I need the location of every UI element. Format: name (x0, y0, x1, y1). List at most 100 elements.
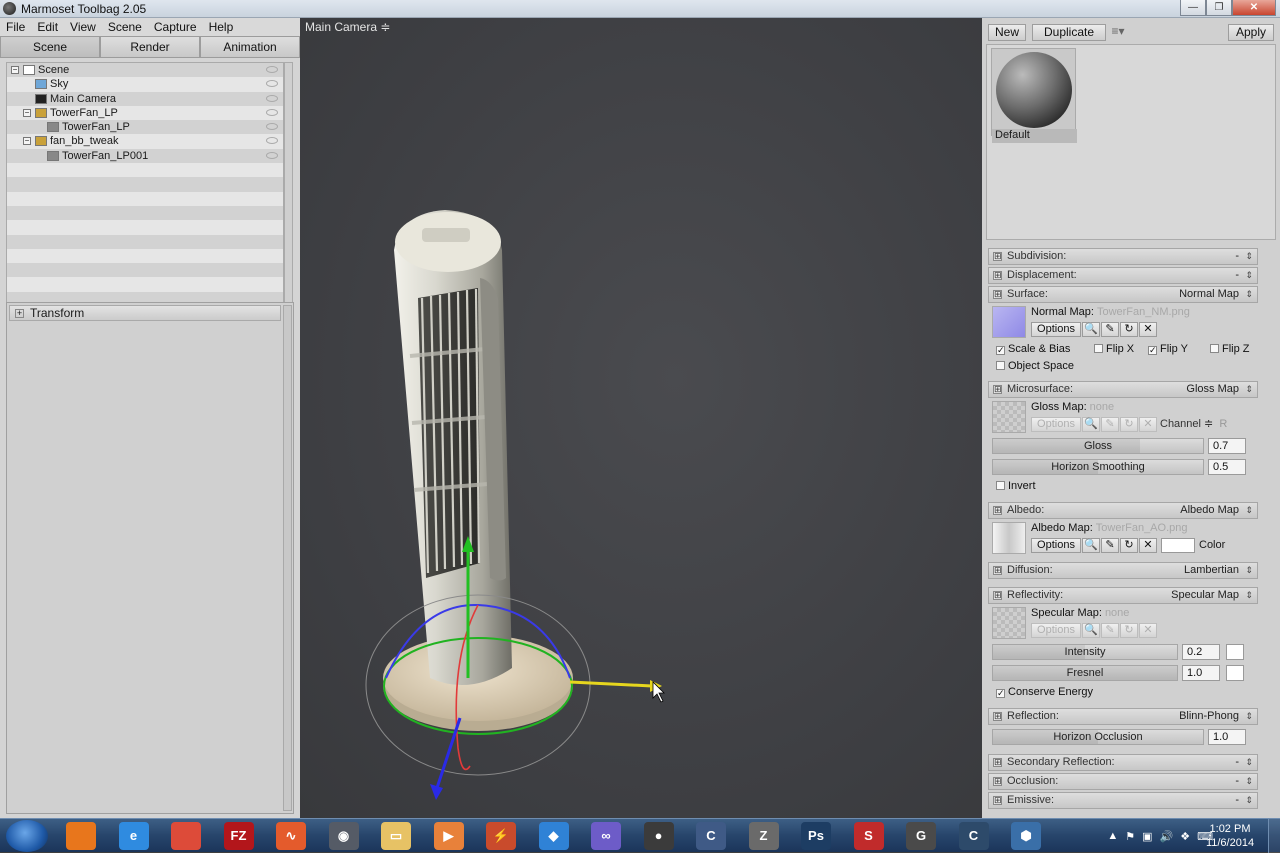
explorer-folder-icon[interactable]: ▭ (381, 822, 411, 850)
app-gear-icon[interactable]: G (906, 822, 936, 850)
albedo-color-swatch[interactable] (1161, 538, 1195, 553)
visibility-eye-icon[interactable] (266, 108, 278, 116)
material-thumbnail[interactable]: Default (991, 48, 1077, 143)
tree-item[interactable]: TowerFan_LP (7, 120, 283, 135)
visibility-eye-icon[interactable] (266, 123, 278, 131)
conserve-energy-checkbox[interactable]: ✓ Conserve Energy (996, 685, 1093, 699)
expand-icon[interactable]: + (15, 309, 24, 318)
horizon-occlusion-value-field[interactable]: 1.0 (1208, 729, 1246, 745)
close-button[interactable]: ✕ (1232, 0, 1276, 16)
normal-map-options-button[interactable]: Options (1031, 322, 1081, 337)
tray-expand-icon[interactable]: ▲ (1107, 830, 1118, 842)
dropbox-icon[interactable]: ◆ (538, 822, 569, 850)
expand-icon[interactable]: ⊞ (993, 271, 1002, 280)
start-button[interactable] (6, 820, 48, 852)
new-material-button[interactable]: New (988, 24, 1026, 41)
section-surface[interactable]: ⊞ Surface: Normal Map ⇕ (988, 286, 1258, 303)
dropdown-arrow-icon[interactable]: ⇕ (1245, 503, 1253, 518)
specular-map-thumbnail[interactable] (992, 607, 1026, 639)
intensity-color-swatch[interactable] (1226, 644, 1244, 660)
dropdown-arrow-icon[interactable]: ⇕ (1245, 382, 1253, 397)
expand-icon[interactable]: ⊞ (993, 566, 1002, 575)
expand-icon[interactable]: ⊞ (993, 777, 1002, 786)
clear-icon[interactable]: ✕ (1139, 623, 1157, 638)
app-purple-icon[interactable]: ∞ (591, 822, 621, 850)
expand-icon[interactable]: ⊞ (993, 290, 1002, 299)
tree-item[interactable]: − Scene (7, 63, 283, 78)
reload-icon[interactable]: ↻ (1120, 417, 1138, 432)
expand-icon[interactable]: ⊞ (993, 796, 1002, 805)
scale-bias-checkbox[interactable]: ✓ Scale & Bias (996, 342, 1070, 356)
pencil-icon[interactable]: ✎ (1101, 623, 1119, 638)
show-desktop-button[interactable] (1268, 819, 1280, 853)
tree-item[interactable]: Main Camera (7, 91, 283, 106)
gloss-slider[interactable]: Gloss (992, 438, 1204, 454)
visibility-eye-icon[interactable] (266, 151, 278, 159)
app-c-icon[interactable]: C (696, 822, 726, 850)
tree-expander-icon[interactable]: − (11, 66, 19, 74)
fresnel-value-field[interactable]: 1.0 (1182, 665, 1220, 681)
pencil-icon[interactable]: ✎ (1101, 322, 1119, 337)
dropdown-arrow-icon[interactable]: ⇕ (1245, 709, 1253, 724)
section-albedo[interactable]: ⊞ Albedo: Albedo Map ⇕ (988, 502, 1258, 519)
horizon-smoothing-value-field[interactable]: 0.5 (1208, 459, 1246, 475)
network-icon[interactable]: ▣ (1142, 830, 1152, 843)
gloss-map-thumbnail[interactable] (992, 401, 1026, 433)
app-swirl-icon[interactable]: ∿ (276, 822, 306, 850)
visibility-eye-icon[interactable] (266, 94, 278, 102)
menu-capture[interactable]: Capture (148, 18, 203, 36)
horizon-occlusion-slider[interactable]: Horizon Occlusion (992, 729, 1204, 745)
dropdown-arrow-icon[interactable]: ⇕ (1245, 563, 1253, 578)
expand-icon[interactable]: ⊞ (993, 758, 1002, 767)
menu-help[interactable]: Help (203, 18, 240, 36)
transform-scrollbar[interactable] (283, 305, 292, 811)
reload-icon[interactable]: ↻ (1120, 623, 1138, 638)
tree-item[interactable]: − TowerFan_LP (7, 105, 283, 121)
fresnel-color-swatch[interactable] (1226, 665, 1244, 681)
material-menu-icon[interactable]: ≡▾ (1108, 24, 1128, 41)
intensity-slider[interactable]: Intensity (992, 644, 1178, 660)
visibility-eye-icon[interactable] (266, 80, 278, 88)
duplicate-material-button[interactable]: Duplicate (1032, 24, 1106, 41)
chrome-icon[interactable] (171, 822, 201, 850)
flip-x-checkbox[interactable]: Flip X (1094, 342, 1134, 356)
section-occlusion[interactable]: ⊞ Occlusion: - ⇕ (988, 773, 1258, 790)
apply-material-button[interactable]: Apply (1228, 24, 1274, 41)
flip-y-checkbox[interactable]: ✓ Flip Y (1148, 342, 1188, 356)
section-subdivision[interactable]: ⊞ Subdivision: - ⇕ (988, 248, 1258, 265)
section-reflection[interactable]: ⊞ Reflection: Blinn-Phong ⇕ (988, 708, 1258, 725)
filezilla-icon[interactable]: FZ (223, 822, 254, 850)
albedo-map-thumbnail[interactable] (992, 522, 1026, 554)
clear-icon[interactable]: ✕ (1139, 538, 1157, 553)
scene-tree-scrollbar[interactable] (284, 62, 293, 318)
clock[interactable]: 1:02 PM 11/6/2014 (1204, 822, 1256, 850)
pencil-icon[interactable]: ✎ (1101, 417, 1119, 432)
transform-header[interactable]: + Transform (9, 305, 281, 321)
tree-item[interactable]: − fan_bb_tweak (7, 134, 283, 149)
expand-icon[interactable]: ⊞ (993, 712, 1002, 721)
section-diffusion[interactable]: ⊞ Diffusion: Lambertian ⇕ (988, 562, 1258, 579)
media-player-icon[interactable]: ▶ (433, 822, 464, 850)
search-icon[interactable]: 🔍 (1082, 538, 1100, 553)
tree-expander-icon[interactable]: − (23, 137, 31, 146)
menu-file[interactable]: File (0, 18, 31, 36)
fresnel-slider[interactable]: Fresnel (992, 665, 1178, 681)
app-c2-icon[interactable]: C (958, 822, 989, 850)
menu-scene[interactable]: Scene (102, 18, 148, 36)
pencil-icon[interactable]: ✎ (1101, 538, 1119, 553)
invert-checkbox[interactable]: Invert (996, 479, 1036, 493)
tree-item[interactable]: Sky (7, 77, 283, 92)
3d-viewport[interactable]: Main Camera ≑ (300, 18, 982, 818)
search-icon[interactable]: 🔍 (1082, 322, 1100, 337)
tower-fan-model[interactable] (300, 18, 982, 818)
menu-view[interactable]: View (64, 18, 102, 36)
app-circle-icon[interactable]: ⬢ (1011, 822, 1041, 850)
action-center-icon[interactable]: ⚑ (1125, 830, 1135, 843)
specular-map-options-button[interactable]: Options (1031, 623, 1081, 638)
search-icon[interactable]: 🔍 (1082, 417, 1100, 432)
firefox-icon[interactable] (66, 822, 96, 850)
visibility-eye-icon[interactable] (266, 137, 278, 145)
expand-icon[interactable]: ⊞ (993, 591, 1002, 600)
channel-selector[interactable]: Channel ≑ (1160, 418, 1213, 430)
section-microsurface[interactable]: ⊞ Microsurface: Gloss Map ⇕ (988, 381, 1258, 398)
